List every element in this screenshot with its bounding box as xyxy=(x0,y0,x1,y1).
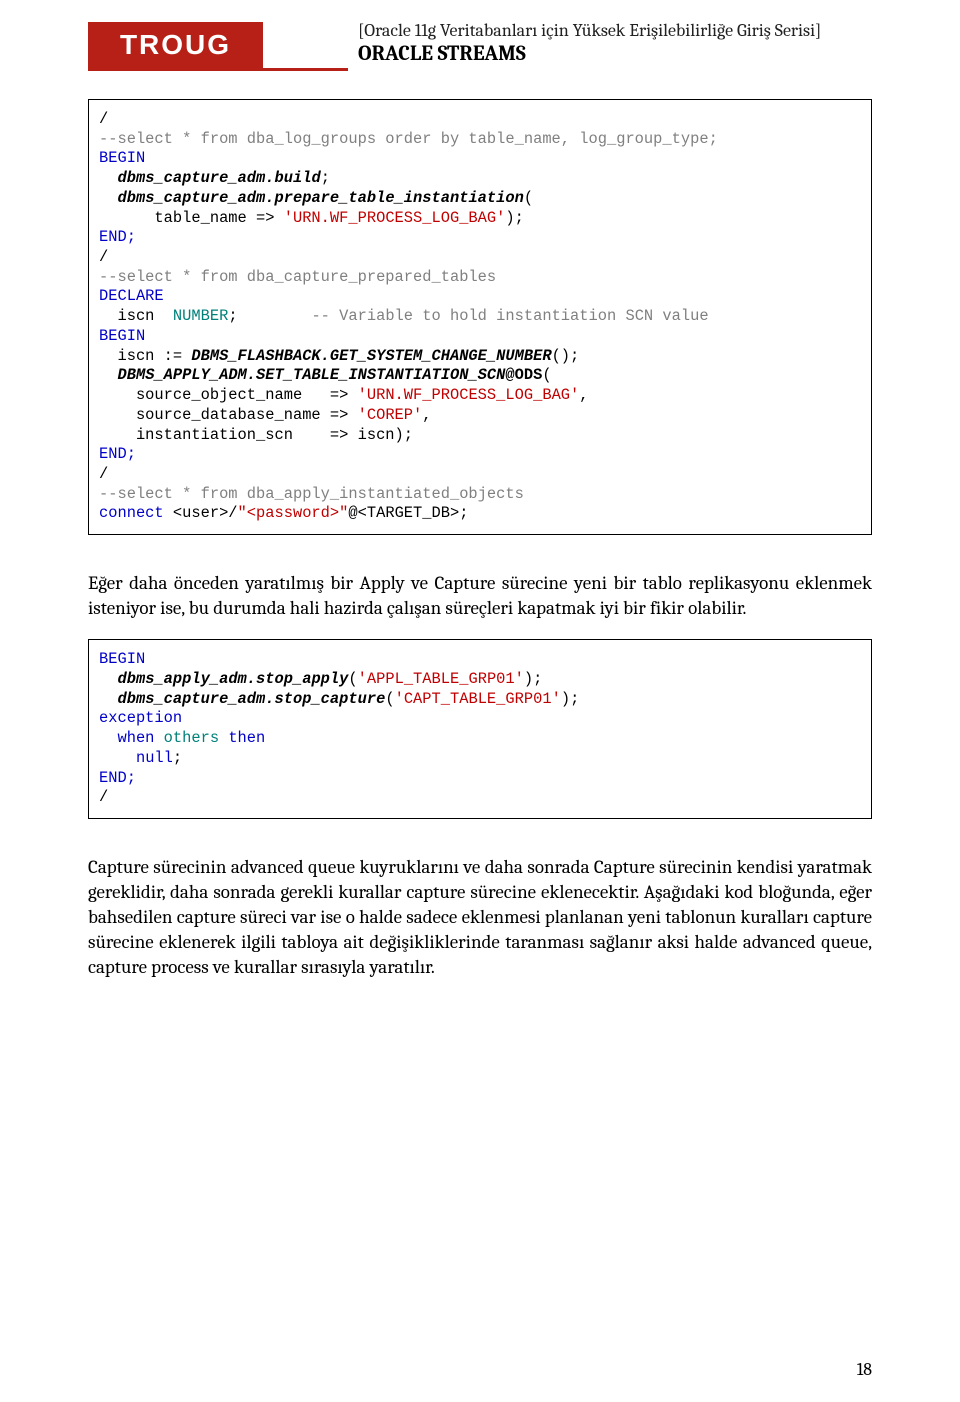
code-indent xyxy=(99,749,136,767)
paragraph-2: Capture sürecinin advanced queue kuyrukl… xyxy=(88,855,872,980)
code-punct: , xyxy=(579,386,588,404)
code-string: 'URN.WF_PROCESS_LOG_BAG' xyxy=(358,386,580,404)
code-indent xyxy=(99,189,117,207)
header-text: [Oracle 11g Veritabanları için Yüksek Er… xyxy=(358,20,821,66)
code-punct: ( xyxy=(542,366,551,384)
code-null: null xyxy=(136,749,173,767)
code-line: DBMS_APPLY_ADM.SET_TABLE_INSTANTIATION_S… xyxy=(99,366,861,386)
code-call: DBMS_FLASHBACK.GET_SYSTEM_CHANGE_NUMBER xyxy=(191,347,551,365)
code-keyword: END; xyxy=(99,228,861,248)
code-line: dbms_capture_adm.prepare_table_instantia… xyxy=(99,189,861,209)
code-comment: --select * from dba_log_groups order by … xyxy=(99,130,861,150)
page-header: TROUG [Oracle 11g Veritabanları için Yük… xyxy=(88,22,872,71)
code-line: iscn NUMBER; -- Variable to hold instant… xyxy=(99,307,861,327)
code-var: iscn xyxy=(99,307,173,325)
code-line: when others then xyxy=(99,729,861,749)
code-conn-pass: "<password>" xyxy=(238,504,349,522)
code-slash: / xyxy=(99,788,861,808)
code-punct: , xyxy=(422,406,431,424)
topic-title: ORACLE STREAMS xyxy=(358,42,821,66)
code-line: dbms_capture_adm.stop_capture('CAPT_TABL… xyxy=(99,690,861,710)
code-arg: source_database_name => xyxy=(99,406,358,424)
code-slash: / xyxy=(99,465,861,485)
series-title: [Oracle 11g Veritabanları için Yüksek Er… xyxy=(358,20,821,41)
code-line: table_name => 'URN.WF_PROCESS_LOG_BAG'); xyxy=(99,209,861,229)
code-line: dbms_apply_adm.stop_apply('APPL_TABLE_GR… xyxy=(99,670,861,690)
code-indent xyxy=(99,169,117,187)
code-keyword: BEGIN xyxy=(99,327,861,347)
code-conn-user: <user>/ xyxy=(164,504,238,522)
code-string: 'COREP' xyxy=(358,406,423,424)
code-punct: ( xyxy=(348,670,357,688)
code-indent xyxy=(99,366,117,384)
code-line: source_object_name => 'URN.WF_PROCESS_LO… xyxy=(99,386,861,406)
code-line: source_database_name => 'COREP', xyxy=(99,406,861,426)
code-arg: table_name => xyxy=(99,209,284,227)
code-line: dbms_capture_adm.build; xyxy=(99,169,861,189)
code-string: 'URN.WF_PROCESS_LOG_BAG' xyxy=(284,209,506,227)
code-slash: / xyxy=(99,248,861,268)
code-line: null; xyxy=(99,749,861,769)
code-arg: source_object_name => xyxy=(99,386,358,404)
code-punct: ; xyxy=(321,169,330,187)
code-punct: ( xyxy=(524,189,533,207)
code-keyword: END; xyxy=(99,769,861,789)
code-call: DBMS_APPLY_ADM.SET_TABLE_INSTANTIATION_S… xyxy=(117,366,505,384)
code-call: dbms_capture_adm.build xyxy=(117,169,320,187)
code-string: 'APPL_TABLE_GRP01' xyxy=(358,670,524,688)
code-dblink: @ODS xyxy=(505,366,542,384)
code-punct: ); xyxy=(524,670,542,688)
code-block-2: BEGIN dbms_apply_adm.stop_apply('APPL_TA… xyxy=(88,639,872,819)
code-call: dbms_apply_adm.stop_apply xyxy=(117,670,348,688)
code-punct: ( xyxy=(385,690,394,708)
code-punct: ); xyxy=(505,209,523,227)
logo-block: TROUG xyxy=(88,22,348,71)
code-punct: ; xyxy=(228,307,311,325)
paragraph-1: Eğer daha önceden yaratılmış bir Apply v… xyxy=(88,571,872,621)
code-string: 'CAPT_TABLE_GRP01' xyxy=(395,690,561,708)
code-comment: --select * from dba_apply_instantiated_o… xyxy=(99,485,861,505)
code-connect: connect xyxy=(99,504,164,522)
code-line: instantiation_scn => iscn); xyxy=(99,426,861,446)
code-keyword: END; xyxy=(99,445,861,465)
code-others: others xyxy=(164,729,219,747)
code-punct: ; xyxy=(173,749,182,767)
header-rule xyxy=(88,68,348,71)
code-punct: ); xyxy=(561,690,579,708)
page-number: 18 xyxy=(857,1359,872,1380)
code-assign: iscn := xyxy=(99,347,191,365)
code-keyword: BEGIN xyxy=(99,149,861,169)
code-type: NUMBER xyxy=(173,307,228,325)
code-keyword: BEGIN xyxy=(99,650,861,670)
code-comment: --select * from dba_capture_prepared_tab… xyxy=(99,268,861,288)
code-when: when xyxy=(99,729,164,747)
code-comment: -- Variable to hold instantiation SCN va… xyxy=(311,307,708,325)
code-line: connect <user>/"<password>"@<TARGET_DB>; xyxy=(99,504,861,524)
code-keyword: exception xyxy=(99,709,861,729)
logo-label: TROUG xyxy=(88,22,263,68)
code-punct: (); xyxy=(552,347,580,365)
code-line: iscn := DBMS_FLASHBACK.GET_SYSTEM_CHANGE… xyxy=(99,347,861,367)
code-line: / xyxy=(99,110,861,130)
code-call: dbms_capture_adm.prepare_table_instantia… xyxy=(117,189,523,207)
code-indent xyxy=(99,690,117,708)
code-indent xyxy=(99,670,117,688)
code-call: dbms_capture_adm.stop_capture xyxy=(117,690,385,708)
code-conn-db: @<TARGET_DB>; xyxy=(348,504,468,522)
code-block-1: / --select * from dba_log_groups order b… xyxy=(88,99,872,535)
code-then: then xyxy=(219,729,265,747)
code-keyword: DECLARE xyxy=(99,287,861,307)
